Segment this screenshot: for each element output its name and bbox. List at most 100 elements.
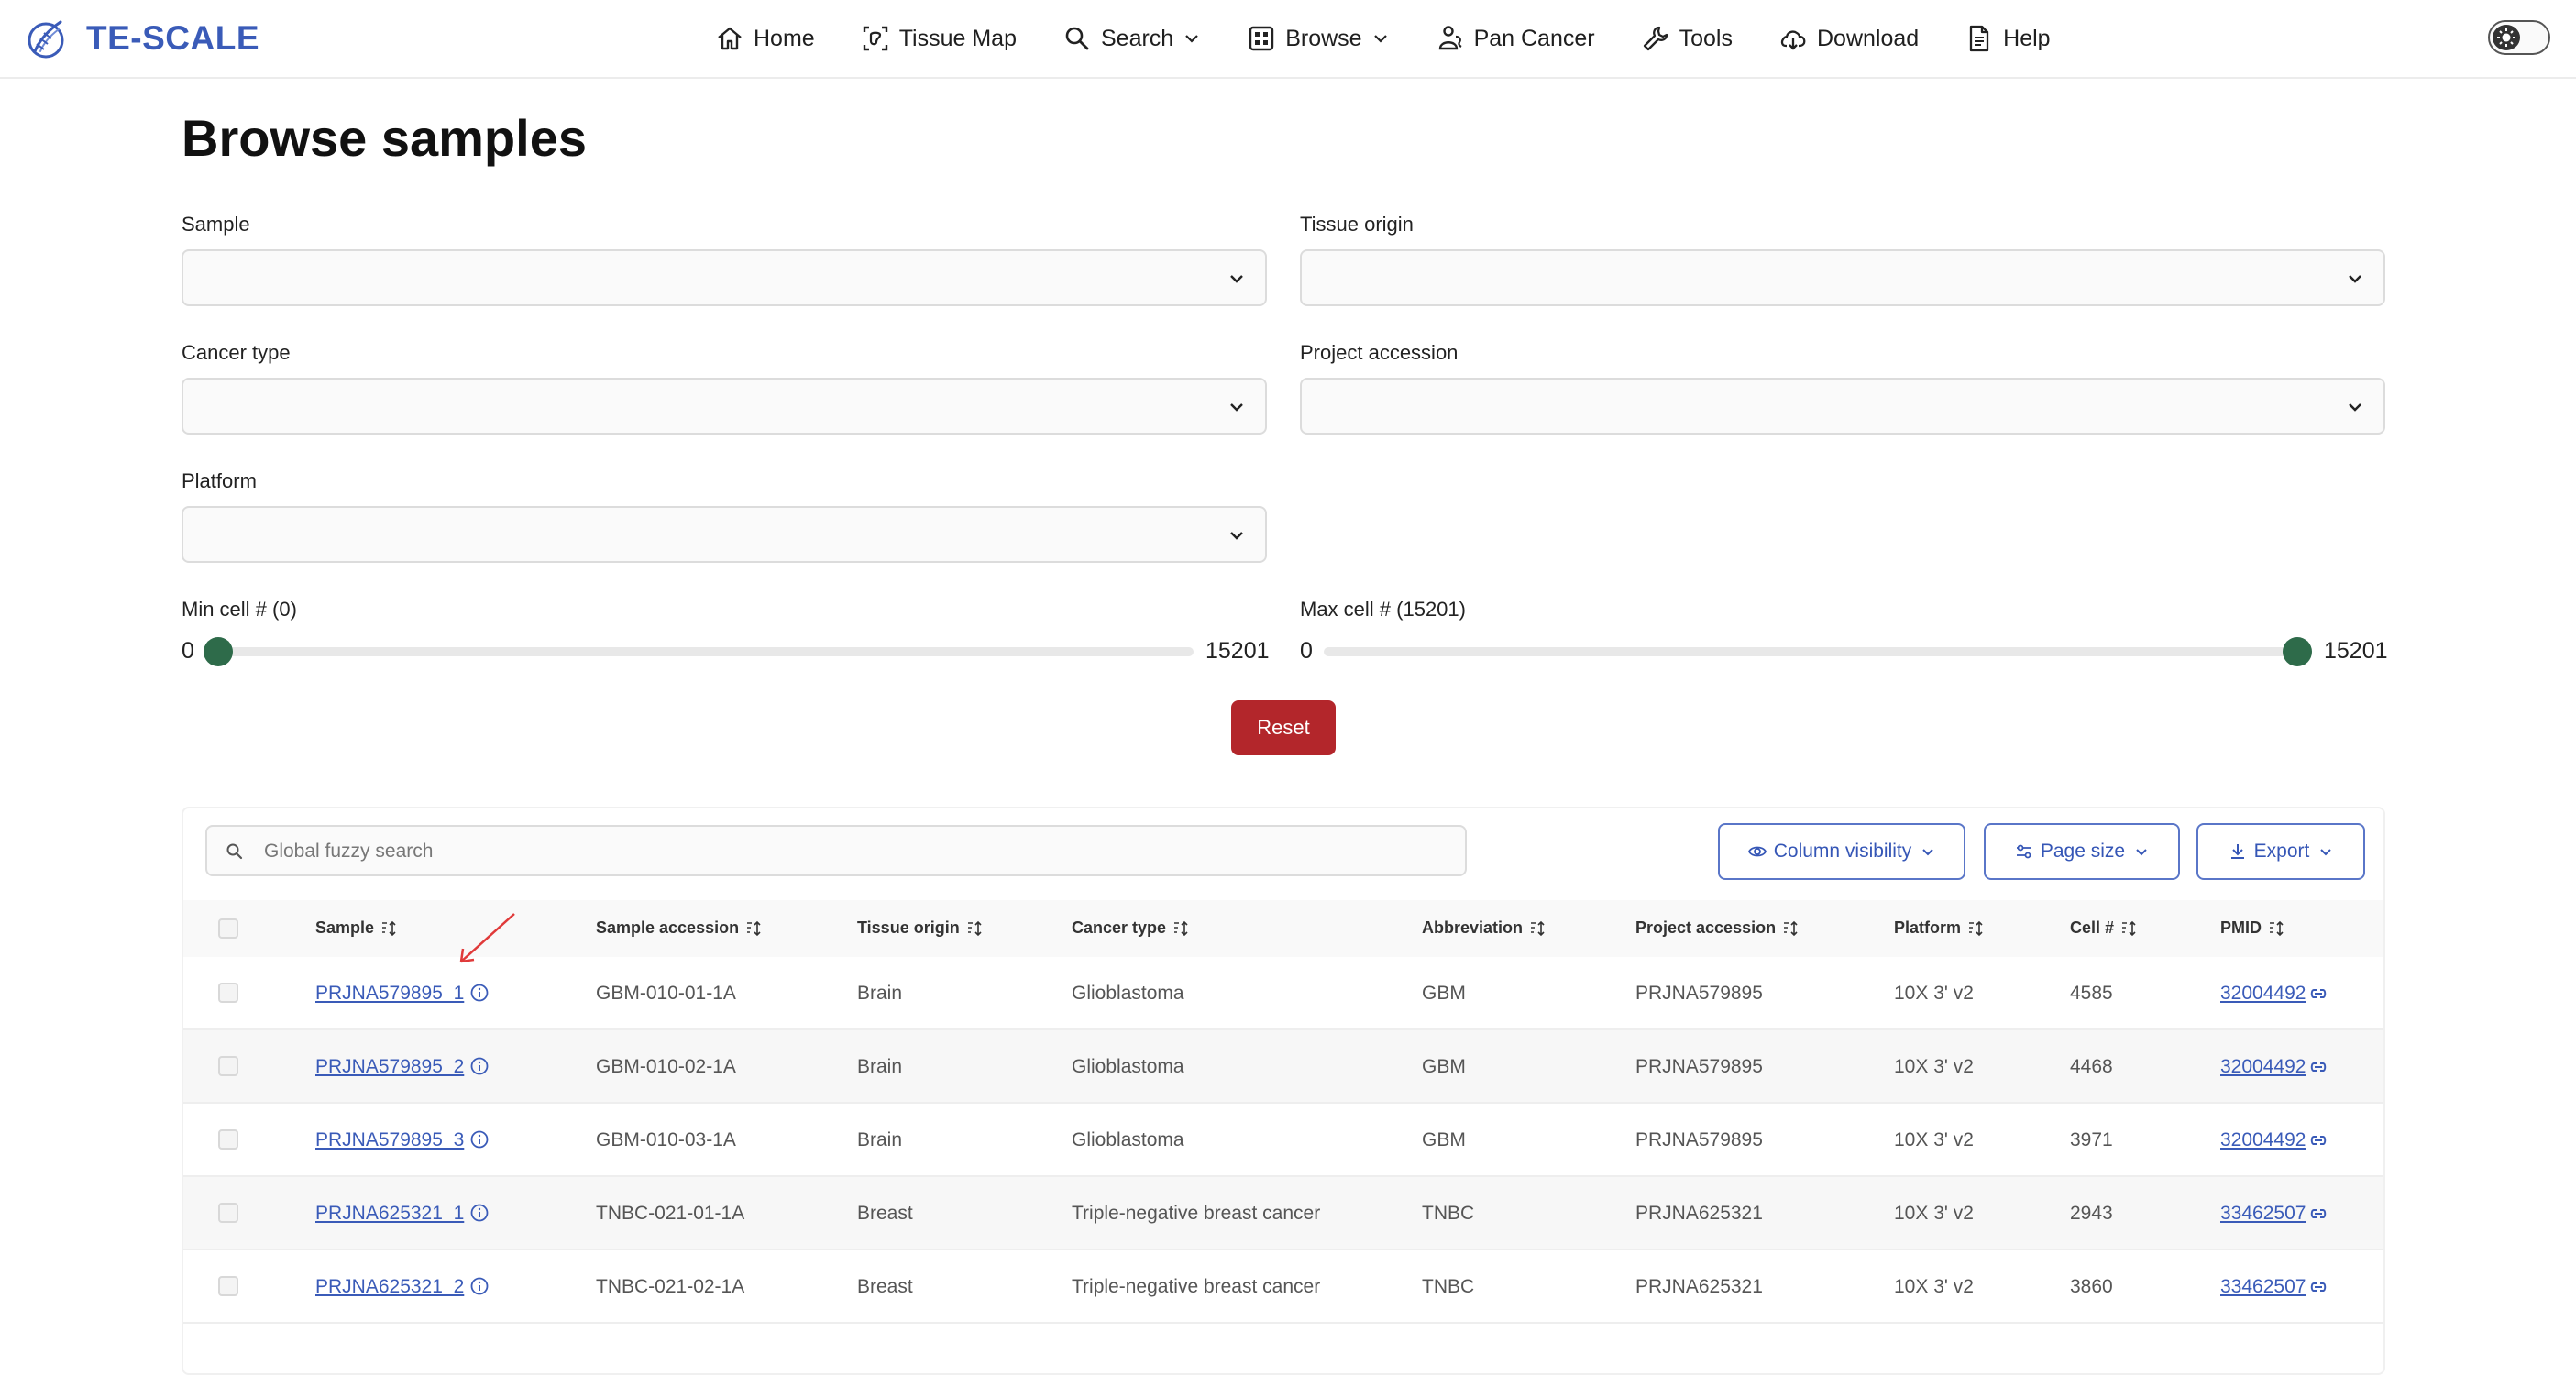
chevron-down-icon [1230,403,1243,412]
tissue-origin-select[interactable] [1300,249,2385,306]
column-header-tissue-origin[interactable]: Tissue origin [857,918,984,938]
nav-tools[interactable]: Tools [1641,24,1733,53]
column-header-cell-count[interactable]: Cell # [2070,918,2138,938]
platform-filter-label: Platform [182,469,257,492]
sort-icon [1969,920,1983,936]
pmid-link[interactable]: 32004492 [2220,1056,2306,1078]
chevron-down-icon [1922,849,1933,856]
sample-link[interactable]: PRJNA579895_3 [315,1129,464,1151]
link-icon[interactable] [2308,1204,2328,1223]
row-checkbox[interactable] [218,1129,238,1150]
sliders-icon [2016,844,2031,859]
project-accession-cell: PRJNA579895 [1635,983,1763,1004]
search-icon [226,843,243,860]
sample-link[interactable]: PRJNA625321_1 [315,1203,464,1225]
max-cell-slider-track[interactable] [1324,647,2312,656]
cancer-type-cell: Glioblastoma [1072,1129,1184,1150]
brand[interactable]: TE-SCALE [24,13,259,64]
column-header-platform[interactable]: Platform [1894,918,1985,938]
sun-icon [2497,28,2515,47]
sample-accession-cell: GBM-010-02-1A [596,1056,736,1077]
max-slider-high-value: 15201 [2324,638,2388,664]
select-all-checkbox[interactable] [218,918,238,939]
nav-browse[interactable]: Browse [1247,24,1389,53]
chevron-down-icon [2320,849,2332,856]
sample-link[interactable]: PRJNA579895_1 [315,983,464,1005]
column-visibility-label: Column visibility [1773,841,1912,862]
column-header-sample[interactable]: Sample [315,918,398,938]
project-accession-filter-label: Project accession [1300,341,1459,364]
nav-tissue-map[interactable]: Tissue Map [861,24,1017,53]
eye-icon [1747,846,1767,857]
cancer-type-cell: Glioblastoma [1072,1056,1184,1077]
link-icon[interactable] [2308,1131,2328,1150]
sample-select[interactable] [182,249,1267,306]
sample-link[interactable]: PRJNA625321_2 [315,1276,464,1298]
nav-download[interactable]: Download [1778,24,1919,53]
row-checkbox[interactable] [218,983,238,1003]
info-icon[interactable] [469,983,490,1003]
column-header-label: Platform [1894,918,1962,937]
page-title: Browse samples [182,109,587,167]
row-checkbox[interactable] [218,1056,238,1076]
export-button[interactable]: Export [2196,823,2365,880]
project-accession-cell: PRJNA625321 [1635,1276,1763,1297]
home-icon [718,27,742,50]
link-icon[interactable] [2308,984,2328,1003]
nav-help[interactable]: Help [1965,24,2051,53]
link-icon[interactable] [2308,1058,2328,1076]
link-icon[interactable] [2308,1278,2328,1296]
column-header-cancer-type[interactable]: Cancer type [1072,918,1190,938]
abbreviation-cell: TNBC [1422,1203,1475,1224]
max-cell-slider-thumb[interactable] [2283,637,2312,666]
sample-accession-cell: TNBC-021-01-1A [596,1203,745,1224]
info-icon[interactable] [469,1129,490,1150]
abbreviation-cell: GBM [1422,1129,1466,1150]
column-header-label: Project accession [1635,918,1777,937]
sample-accession-cell: TNBC-021-02-1A [596,1276,745,1297]
cancer-type-select[interactable] [182,378,1267,434]
global-search-input[interactable] [262,834,1448,869]
min-cell-slider-thumb[interactable] [204,637,233,666]
export-label: Export [2253,841,2310,862]
info-icon[interactable] [469,1276,490,1296]
pmid-link[interactable]: 32004492 [2220,983,2306,1005]
table-row: PRJNA579895_1 GBM-010-01-1A Brain Gliobl… [183,957,2383,1030]
page-size-button[interactable]: Page size [1984,823,2180,880]
sample-link[interactable]: PRJNA579895_2 [315,1056,464,1078]
reset-button[interactable]: Reset [1231,700,1336,755]
info-icon[interactable] [469,1203,490,1223]
pmid-link[interactable]: 33462507 [2220,1203,2306,1225]
brand-name: TE-SCALE [86,19,259,57]
table-row: PRJNA625321_1 TNBC-021-01-1A Breast Trip… [183,1177,2383,1250]
cell-count-cell: 3860 [2070,1276,2113,1297]
table-row: PRJNA625321_2 TNBC-021-02-1A Breast Trip… [183,1250,2383,1324]
project-accession-select[interactable] [1300,378,2385,434]
platform-cell: 10X 3' v2 [1894,1203,1974,1224]
chevron-down-icon [1230,275,1243,283]
sort-icon [1174,920,1188,936]
info-icon[interactable] [469,1056,490,1076]
column-header-project-accession[interactable]: Project accession [1635,918,1800,938]
nav-pan-cancer[interactable]: Pan Cancer [1436,24,1595,53]
row-checkbox[interactable] [218,1276,238,1296]
platform-select[interactable] [182,506,1267,563]
min-slider-high-value: 15201 [1205,638,1270,664]
abbreviation-cell: GBM [1422,983,1466,1004]
global-search[interactable] [205,825,1467,876]
column-header-abbreviation[interactable]: Abbreviation [1422,918,1547,938]
min-cell-slider-track[interactable] [205,647,1194,656]
platform-cell: 10X 3' v2 [1894,983,1974,1004]
row-checkbox[interactable] [218,1203,238,1223]
pmid-link[interactable]: 32004492 [2220,1129,2306,1151]
column-header-sample-accession[interactable]: Sample accession [596,918,763,938]
nav-search[interactable]: Search [1062,24,1201,53]
theme-toggle[interactable] [2488,20,2550,55]
column-header-pmid[interactable]: PMID [2220,918,2285,938]
pmid-link[interactable]: 33462507 [2220,1276,2306,1298]
project-accession-cell: PRJNA579895 [1635,1056,1763,1077]
nav-home-label: Home [754,25,815,51]
nav-home[interactable]: Home [715,24,815,53]
cell-count-cell: 3971 [2070,1129,2113,1150]
column-visibility-button[interactable]: Column visibility [1718,823,1965,880]
